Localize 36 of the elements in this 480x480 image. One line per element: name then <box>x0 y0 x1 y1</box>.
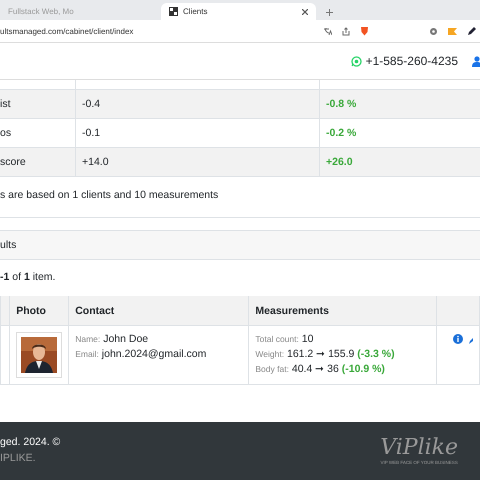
column-header: Contact <box>75 304 114 316</box>
weight-field: Weight: 161.2 ➞ 155.9 (-3.3 %) <box>255 347 430 362</box>
stats-note: s are based on 1 clients and 10 measurements <box>0 189 218 201</box>
new-tab-icon[interactable] <box>326 9 333 16</box>
metric-change: -0.8 % <box>326 98 356 110</box>
column-header: Photo <box>16 304 46 316</box>
metric-value: -0.1 <box>82 127 100 139</box>
metric-label: ist <box>0 98 10 110</box>
translate-icon[interactable] <box>323 26 332 36</box>
url-text[interactable]: ultsmanaged.com/cabinet/client/index <box>0 26 323 36</box>
close-icon[interactable] <box>302 8 308 14</box>
metric-value: +14.0 <box>82 156 109 168</box>
count-field: Total count: 10 <box>255 332 430 347</box>
metric-label: score <box>0 156 26 168</box>
qr-icon <box>169 7 178 16</box>
metric-change: -0.2 % <box>326 127 356 139</box>
body-fat-field: Body fat: 40.4 ➞ 36 (-10.9 %) <box>255 362 430 377</box>
card-title: ults <box>0 239 16 251</box>
made-by-link[interactable]: IPLIKE. <box>0 452 60 464</box>
metric-value: -0.4 <box>82 98 100 110</box>
user-icon[interactable] <box>472 56 480 66</box>
info-icon[interactable] <box>453 334 463 344</box>
share-icon[interactable] <box>342 26 350 36</box>
browser-tab[interactable]: Clients <box>161 3 316 20</box>
footer-logo[interactable]: ViPlike <box>380 436 458 460</box>
copyright-text: ged. 2024. © <box>0 436 60 448</box>
email-field: Email: john.2024@gmail.com <box>75 347 242 362</box>
shield-icon[interactable] <box>360 26 369 36</box>
column-header: Measurements <box>255 304 329 316</box>
pen-icon[interactable] <box>467 26 476 36</box>
metric-change: +26.0 <box>326 156 353 168</box>
phone-number[interactable]: +1-585-260-4235 <box>366 54 458 68</box>
whatsapp-icon <box>350 56 362 66</box>
metric-label: os <box>0 127 12 139</box>
summary-text: -1 of 1 item. <box>0 271 56 283</box>
name-field: Name: John Doe <box>75 332 242 347</box>
